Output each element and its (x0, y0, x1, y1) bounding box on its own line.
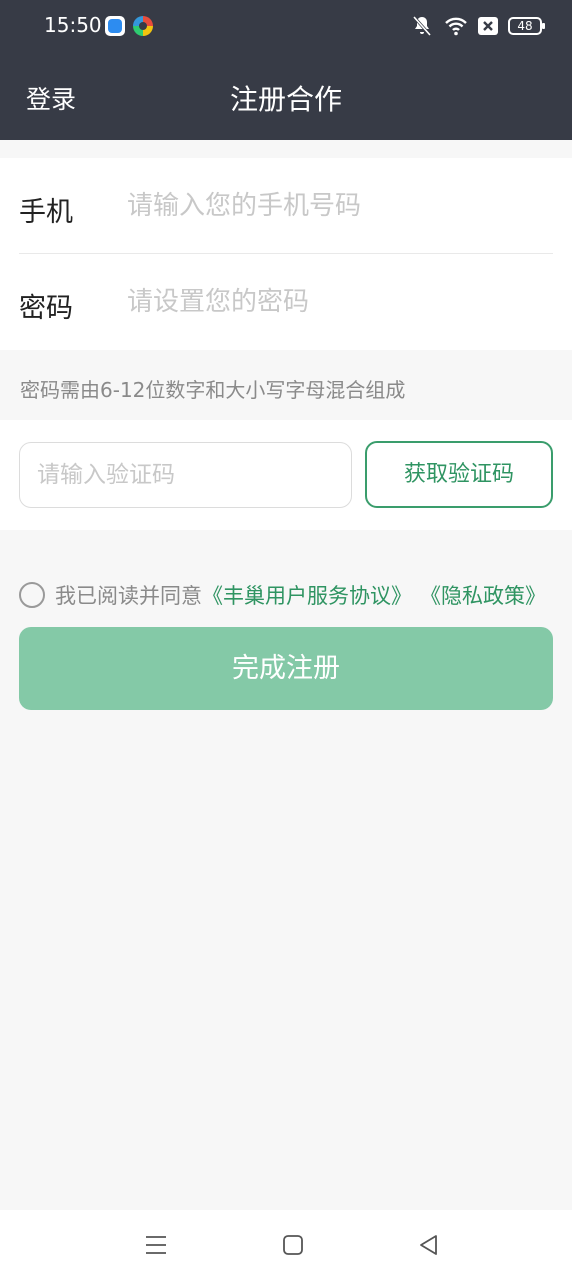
app-notification-colorful-icon (133, 16, 153, 36)
password-label: 密码 (19, 293, 73, 324)
top-navigation-bar: 登录 注册合作 (0, 52, 572, 140)
verification-area: 获取验证码 (0, 420, 572, 530)
registration-form: 手机 密码 (0, 158, 572, 350)
privacy-link[interactable]: 《隐私政策》 (420, 580, 546, 610)
system-navigation-bar (0, 1210, 572, 1280)
mute-icon (410, 14, 434, 38)
battery-icon: 48 (508, 17, 545, 35)
password-hint: 密码需由6-12位数字和大小写字母混合组成 (20, 378, 406, 402)
app-notification-blue-icon (105, 16, 125, 36)
status-time: 15:50 (44, 13, 102, 37)
terms-link[interactable]: 《丰巢用户服务协议》 (202, 580, 412, 610)
verification-code-input[interactable] (19, 442, 352, 508)
password-input[interactable] (127, 280, 547, 324)
sim-blocked-icon (478, 17, 498, 35)
home-icon[interactable] (280, 1232, 306, 1258)
complete-registration-button[interactable]: 完成注册 (19, 627, 553, 710)
system-status-icons: 48 (410, 14, 545, 38)
phone-row: 手机 (19, 158, 553, 254)
agreement-row: 我已阅读并同意 《丰巢用户服务协议》 《隐私政策》 (19, 580, 564, 610)
phone-label: 手机 (19, 197, 73, 228)
agreement-checkbox[interactable] (19, 582, 45, 608)
agreement-text: 我已阅读并同意 (55, 584, 202, 608)
page-title: 注册合作 (229, 83, 342, 116)
back-icon[interactable] (416, 1232, 442, 1258)
wifi-icon (444, 15, 468, 37)
phone-input[interactable] (127, 184, 547, 228)
password-hint-area: 密码需由6-12位数字和大小写字母混合组成 (0, 350, 572, 420)
status-bar: 15:50 48 (0, 0, 572, 52)
get-code-button[interactable]: 获取验证码 (365, 441, 553, 508)
password-row: 密码 (19, 254, 553, 350)
menu-icon[interactable] (143, 1232, 169, 1258)
